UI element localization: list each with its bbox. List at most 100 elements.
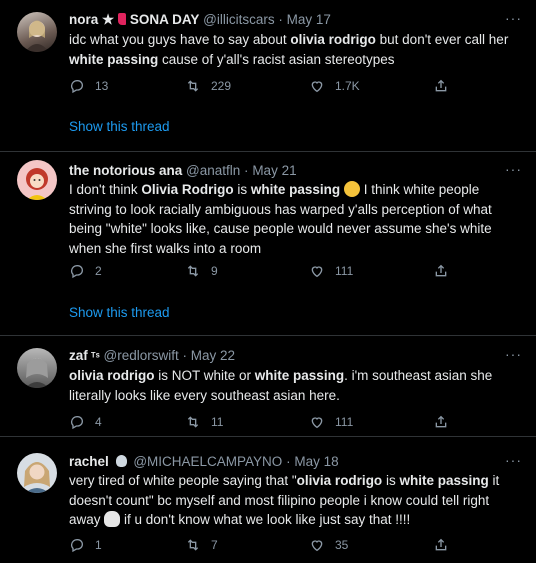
text-run: very tired of white people saying that " [69, 473, 297, 488]
reply-count: 13 [95, 79, 109, 93]
text-run: is NOT white or [154, 368, 255, 383]
retweet-button[interactable]: 11 [185, 414, 223, 430]
reply-button[interactable]: 13 [69, 78, 108, 94]
retweet-icon [187, 416, 199, 428]
like-count: 1.7K [335, 79, 360, 93]
avatar[interactable] [17, 453, 57, 493]
tweet-actions: 4 11 111 [69, 414, 514, 434]
more-options-icon[interactable]: ··· [505, 10, 522, 26]
display-name[interactable]: zaf [69, 348, 88, 363]
tweet-4[interactable]: rachel @MICHAELCAMPAYNO · May 18 ··· ver… [0, 437, 536, 563]
grin-sweat-emoji-icon [343, 181, 360, 197]
bold-text: olivia rodrigo [296, 473, 383, 488]
text-run: if u don't know what we look like just s… [120, 512, 411, 527]
reply-icon [70, 415, 83, 430]
tweet-text: I don't think Olivia Rodrigo is white pa… [69, 180, 514, 258]
share-button[interactable] [433, 537, 449, 553]
more-options-icon[interactable]: ··· [505, 346, 522, 362]
reply-count: 1 [95, 538, 102, 552]
retweet-count: 229 [211, 79, 232, 93]
shell-icon [115, 455, 127, 467]
reply-count: 4 [95, 415, 102, 429]
retweet-button[interactable]: 7 [185, 537, 218, 553]
like-count: 35 [335, 538, 349, 552]
timestamp[interactable]: May 21 [252, 163, 296, 178]
bold-text: Olivia Rodrigo [141, 182, 234, 197]
bold-text: white passing [69, 51, 159, 67]
timestamp[interactable]: May 17 [287, 12, 331, 27]
name-suffix: ᵀˢ [87, 351, 100, 363]
show-thread-link[interactable]: Show this thread [69, 305, 170, 320]
retweet-count: 7 [211, 538, 218, 552]
tweet-actions: 1 7 35 [69, 537, 514, 557]
separator: · [182, 348, 188, 363]
share-button[interactable] [433, 78, 449, 94]
text-run: is [382, 473, 400, 488]
heart-icon [311, 266, 323, 278]
display-name[interactable]: the notorious ana [69, 163, 182, 178]
more-options-icon[interactable]: ··· [505, 452, 522, 468]
retweet-count: 9 [211, 264, 218, 278]
text-run: is [233, 182, 251, 197]
tweet-text: very tired of white people saying that "… [69, 471, 514, 530]
tweet-3[interactable]: zaf ᵀˢ @redlorswift · May 22 ··· olivia … [0, 336, 536, 435]
retweet-count: 11 [211, 415, 224, 429]
handle[interactable]: @MICHAELCAMPAYNO [133, 454, 282, 469]
separator: · [286, 454, 291, 469]
like-count: 111 [335, 415, 354, 429]
name-tail: SONA DAY [129, 12, 200, 27]
name-emoji: ★ [98, 12, 118, 27]
reply-icon [70, 538, 83, 553]
avatar[interactable] [17, 160, 57, 200]
separator: · [278, 12, 283, 27]
tweet-1[interactable]: nora ★ SONA DAY @illicitscars · May 17 ·… [0, 0, 536, 150]
tweet-actions: 2 9 111 [69, 263, 514, 283]
like-button[interactable]: 1.7K [309, 78, 360, 94]
retweet-icon [187, 80, 199, 92]
share-icon [435, 538, 447, 551]
share-button[interactable] [433, 414, 449, 430]
timestamp[interactable]: May 22 [191, 348, 235, 363]
handle[interactable]: @anatfln [186, 163, 240, 178]
like-count: 111 [335, 264, 354, 278]
heart-icon [311, 540, 323, 552]
bold-text: white passing [254, 368, 345, 383]
bold-text: white passing [399, 473, 489, 488]
bold-text: olivia rodrigo [290, 32, 376, 47]
show-thread-link[interactable]: Show this thread [69, 119, 170, 134]
text-run: cause of y'all's racist asian stereotype… [158, 51, 395, 67]
display-name[interactable]: rachel [69, 454, 109, 469]
handle[interactable]: @redlorswift [104, 348, 179, 363]
text-run: but don't ever call her [375, 32, 509, 47]
avatar[interactable] [17, 12, 57, 52]
retweet-icon [187, 539, 199, 551]
bold-text: olivia rodrigo [69, 368, 155, 383]
handle[interactable]: @illicitscars [203, 12, 274, 27]
timestamp[interactable]: May 18 [294, 454, 338, 469]
tweet-text: olivia rodrigo is NOT white or white pas… [69, 366, 514, 405]
heart-icon [311, 81, 323, 93]
reply-button[interactable]: 4 [69, 414, 102, 430]
retweet-button[interactable]: 9 [185, 263, 218, 279]
boot-icon [117, 13, 126, 25]
heart-icon [311, 417, 323, 429]
reply-icon [70, 79, 83, 94]
like-button[interactable]: 35 [309, 537, 348, 553]
retweet-button[interactable]: 229 [185, 78, 231, 94]
text-run: idc what you guys have to say about [69, 32, 291, 47]
tweet-actions: 13 229 1.7K [69, 78, 514, 98]
tweet-text: idc what you guys have to say about oliv… [69, 30, 514, 69]
skull-emoji-icon [104, 511, 121, 527]
avatar[interactable] [17, 348, 57, 388]
share-icon [435, 79, 447, 92]
display-name[interactable]: nora [69, 12, 98, 27]
like-button[interactable]: 111 [309, 263, 353, 279]
share-button[interactable] [433, 263, 449, 279]
like-button[interactable]: 111 [309, 414, 353, 430]
more-options-icon[interactable]: ··· [505, 161, 522, 177]
reply-button[interactable]: 2 [69, 263, 102, 279]
reply-button[interactable]: 1 [69, 537, 102, 553]
share-icon [435, 415, 447, 428]
tweet-feed: nora ★ SONA DAY @illicitscars · May 17 ·… [0, 0, 536, 563]
tweet-2[interactable]: the notorious ana @anatfln · May 21 ··· … [0, 152, 536, 334]
